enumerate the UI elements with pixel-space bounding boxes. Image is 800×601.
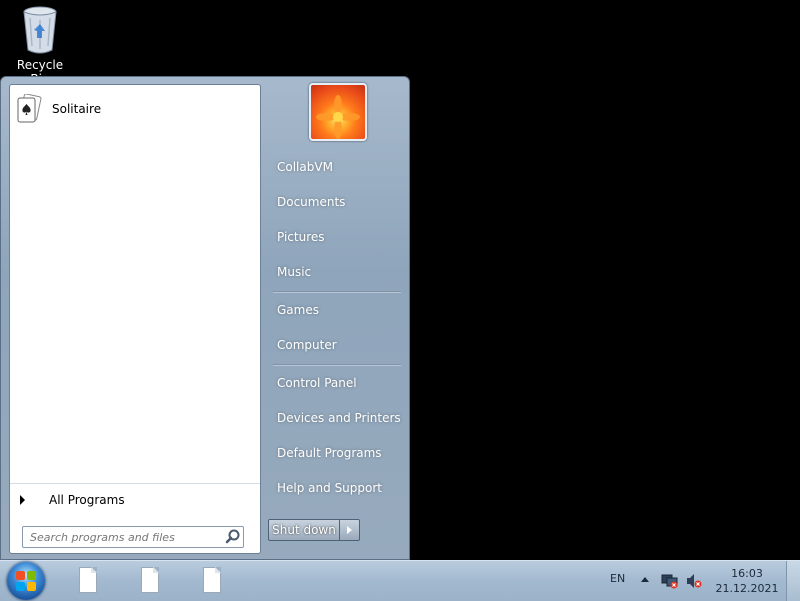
recycle-bin-icon <box>20 4 60 56</box>
windows-logo-icon <box>16 571 36 591</box>
search-icon[interactable] <box>223 527 243 547</box>
taskbar: EN 16:03 21.12.2021 <box>0 560 800 601</box>
all-programs-label: All Programs <box>49 493 125 507</box>
start-item-documents[interactable]: Documents <box>267 188 401 216</box>
start-item-computer[interactable]: Computer <box>267 331 401 359</box>
volume-muted-icon[interactable] <box>685 573 703 589</box>
clock-time: 16:03 <box>731 567 763 580</box>
document-icon <box>203 567 221 593</box>
start-button[interactable] <box>7 562 45 600</box>
start-item-pictures[interactable]: Pictures <box>267 223 401 251</box>
language-indicator[interactable]: EN <box>610 572 625 585</box>
solitaire-icon <box>16 93 42 124</box>
document-icon <box>141 567 159 593</box>
shutdown-group: Shut down <box>268 519 360 541</box>
expand-arrow-icon <box>20 495 25 505</box>
start-item-music[interactable]: Music <box>267 258 401 286</box>
user-picture[interactable] <box>309 83 367 141</box>
taskbar-button-document-2[interactable] <box>138 567 162 595</box>
show-desktop-button[interactable] <box>786 561 800 601</box>
taskbar-button-document-3[interactable] <box>200 567 224 595</box>
document-icon <box>79 567 97 593</box>
taskbar-button-document-1[interactable] <box>76 567 100 595</box>
all-programs-button[interactable]: All Programs <box>10 483 260 516</box>
start-item-devices-and-printers[interactable]: Devices and Printers <box>267 404 401 432</box>
start-menu: Solitaire All Programs Search programs a… <box>0 76 410 560</box>
pinned-program-label: Solitaire <box>52 102 102 116</box>
start-menu-programs-pane: Solitaire All Programs <box>9 84 261 554</box>
start-item-help-and-support[interactable]: Help and Support <box>267 474 401 502</box>
start-item-collabvm[interactable]: CollabVM <box>267 153 401 181</box>
shutdown-button[interactable]: Shut down <box>268 519 340 541</box>
search-box[interactable] <box>22 526 244 548</box>
start-item-default-programs[interactable]: Default Programs <box>267 439 401 467</box>
shutdown-options-button[interactable] <box>340 519 360 541</box>
desktop-icon-recycle-bin[interactable]: Recycle Bin <box>6 4 74 86</box>
network-icon[interactable] <box>661 573 679 589</box>
separator <box>273 364 401 366</box>
start-menu-places-pane: CollabVM Documents Pictures Music Games … <box>263 77 409 559</box>
search-input[interactable] <box>28 529 223 545</box>
start-item-control-panel[interactable]: Control Panel <box>267 369 401 397</box>
clock-date: 21.12.2021 <box>715 582 779 595</box>
separator <box>273 291 401 293</box>
pinned-program-solitaire[interactable]: Solitaire <box>16 93 254 125</box>
start-item-games[interactable]: Games <box>267 296 401 324</box>
show-hidden-icons-icon[interactable] <box>641 577 649 582</box>
clock[interactable]: 16:03 21.12.2021 <box>712 566 782 596</box>
